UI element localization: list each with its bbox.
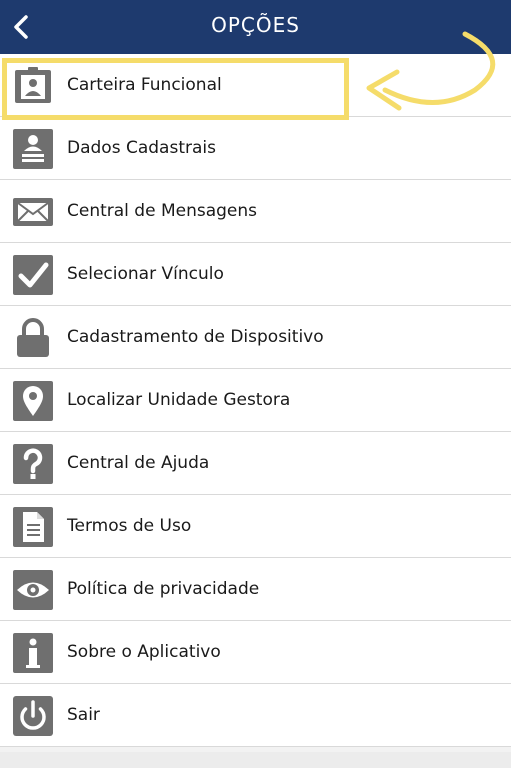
envelope-icon: [13, 198, 53, 226]
power-icon: [13, 696, 53, 736]
menu-item-selecionar-vinculo[interactable]: Selecionar Vínculo: [0, 243, 511, 306]
menu-item-central-de-mensagens[interactable]: Central de Mensagens: [0, 180, 511, 243]
eye-icon: [13, 570, 53, 610]
app-header: OPÇÕES: [0, 0, 511, 54]
menu-item-central-de-ajuda[interactable]: Central de Ajuda: [0, 432, 511, 495]
menu-item-label: Termos de Uso: [67, 516, 192, 536]
list-footer: [0, 752, 511, 768]
document-icon: [13, 507, 53, 547]
menu-item-label: Sair: [67, 705, 100, 725]
question-icon: [13, 444, 53, 484]
menu-item-termos-de-uso[interactable]: Termos de Uso: [0, 495, 511, 558]
info-icon: [13, 633, 53, 673]
menu-item-label: Localizar Unidade Gestora: [67, 390, 291, 410]
menu-item-label: Cadastramento de Dispositivo: [67, 327, 324, 347]
menu-item-carteira-funcional[interactable]: Carteira Funcional: [0, 54, 511, 117]
menu-item-localizar-unidade-gestora[interactable]: Localizar Unidade Gestora: [0, 369, 511, 432]
menu-item-politica-de-privacidade[interactable]: Política de privacidade: [0, 558, 511, 621]
options-list: Carteira Funcional Dados Cadastrais Cent…: [0, 54, 511, 747]
user-profile-icon: [13, 129, 53, 169]
menu-item-label: Selecionar Vínculo: [67, 264, 224, 284]
menu-item-cadastramento-de-dispositivo[interactable]: Cadastramento de Dispositivo: [0, 306, 511, 369]
map-pin-icon: [13, 381, 53, 421]
checkmark-icon: [13, 255, 53, 295]
lock-icon: [17, 318, 49, 357]
menu-item-sobre-o-aplicativo[interactable]: Sobre o Aplicativo: [0, 621, 511, 684]
menu-item-label: Sobre o Aplicativo: [67, 642, 221, 662]
menu-item-label: Central de Mensagens: [67, 201, 258, 221]
menu-item-label: Carteira Funcional: [67, 75, 222, 95]
menu-item-dados-cadastrais[interactable]: Dados Cadastrais: [0, 117, 511, 180]
menu-item-sair[interactable]: Sair: [0, 684, 511, 747]
menu-item-label: Política de privacidade: [67, 579, 260, 599]
page-title: OPÇÕES: [211, 13, 300, 37]
menu-item-label: Dados Cadastrais: [67, 138, 216, 158]
id-card-icon: [15, 67, 51, 103]
menu-item-label: Central de Ajuda: [67, 453, 210, 473]
